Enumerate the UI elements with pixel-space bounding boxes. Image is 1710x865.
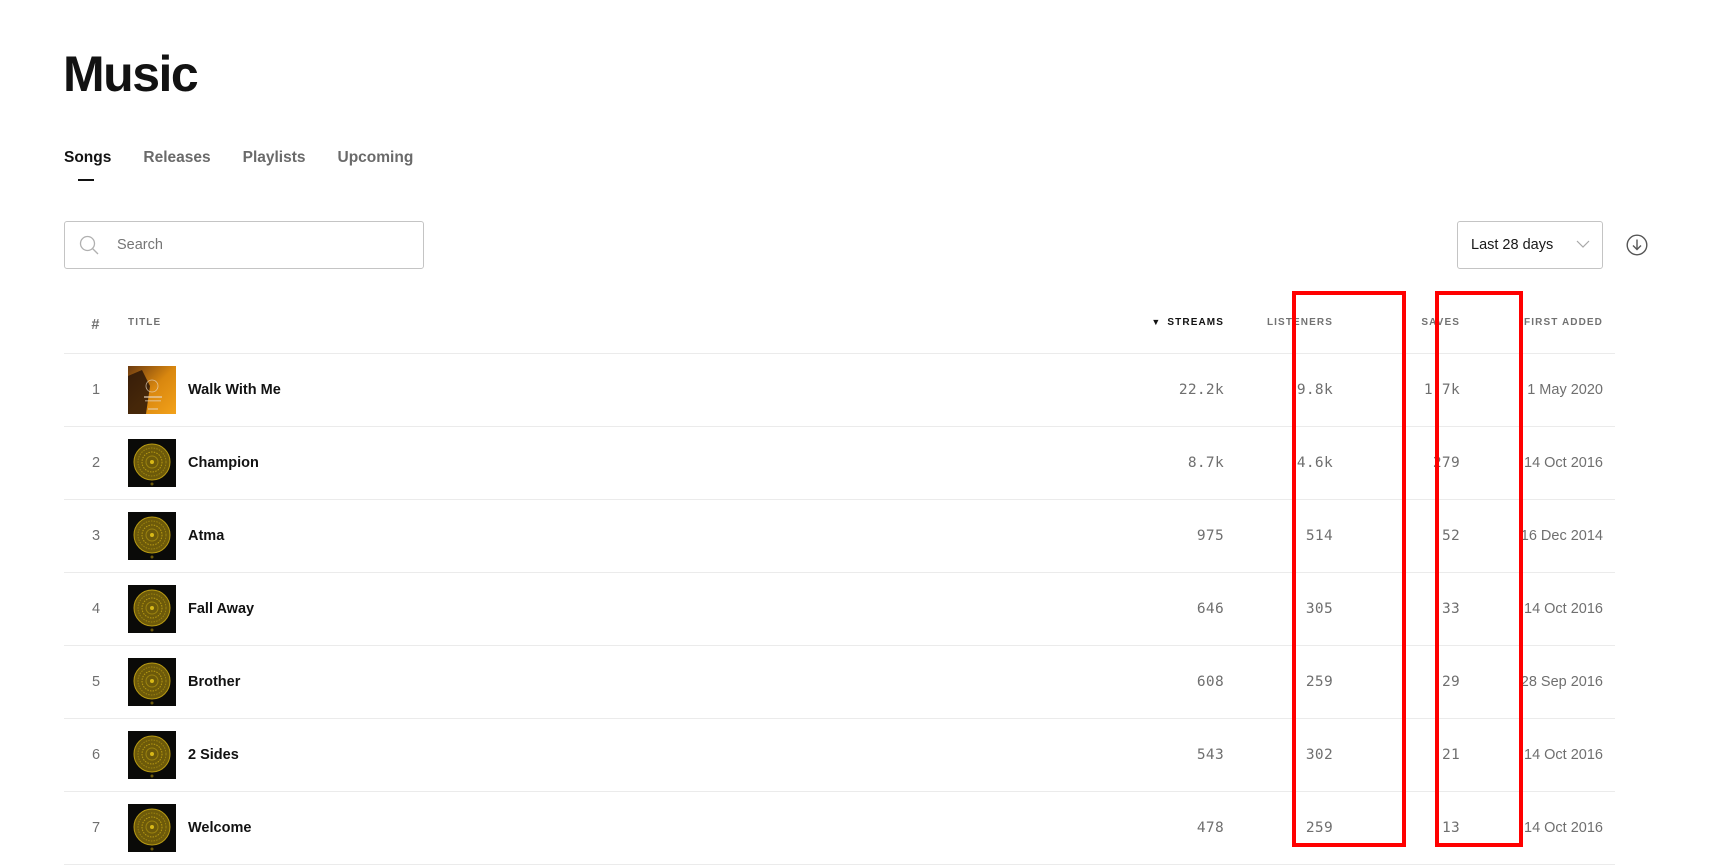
album-art <box>128 658 176 706</box>
row-number: 5 <box>64 645 128 719</box>
tab-playlists[interactable]: Playlists <box>243 148 306 168</box>
album-art <box>128 512 176 560</box>
song-title-link[interactable]: Brother <box>188 674 240 690</box>
row-number: 3 <box>64 499 128 573</box>
date-range-value: Last 28 days <box>1471 237 1554 253</box>
listeners-value: 302 <box>1224 718 1345 792</box>
title-cell: Brother <box>128 645 1104 719</box>
table-row[interactable]: 6 2 Sides 543 302 21 14 Oct 2016 <box>64 718 1615 792</box>
table-row[interactable]: 2 Champion 8.7k 4.6k 279 14 Oct 2016 <box>64 426 1615 500</box>
tab-upcoming[interactable]: Upcoming <box>338 148 414 168</box>
first-added-value: 14 Oct 2016 <box>1472 791 1615 865</box>
listeners-value: 4.6k <box>1224 426 1345 500</box>
saves-value: 13 <box>1345 791 1472 865</box>
songs-table: # TITLE ▼ STREAMS LISTENERS SAVES FIRST A… <box>64 305 1615 865</box>
song-title-link[interactable]: Atma <box>188 528 224 544</box>
col-header-streams[interactable]: ▼ STREAMS <box>1104 305 1224 354</box>
song-title-link[interactable]: Fall Away <box>188 601 254 617</box>
first-added-value: 28 Sep 2016 <box>1472 645 1615 719</box>
album-art <box>128 804 176 852</box>
first-added-value: 14 Oct 2016 <box>1472 572 1615 646</box>
first-added-value: 14 Oct 2016 <box>1472 718 1615 792</box>
listeners-value: 259 <box>1224 791 1345 865</box>
streams-value: 608 <box>1104 645 1224 719</box>
album-art <box>128 439 176 487</box>
row-number: 2 <box>64 426 128 500</box>
streams-value: 543 <box>1104 718 1224 792</box>
saves-value: 21 <box>1345 718 1472 792</box>
sort-desc-icon: ▼ <box>1151 317 1162 327</box>
song-title-link[interactable]: 2 Sides <box>188 747 239 763</box>
title-cell: Walk With Me <box>128 353 1104 427</box>
col-header-listeners-label: LISTENERS <box>1266 317 1333 328</box>
table-row[interactable]: 4 Fall Away 646 305 33 14 Oct 2016 <box>64 572 1615 646</box>
table-row[interactable]: 3 Atma 975 514 52 16 Dec 2014 <box>64 499 1615 573</box>
title-cell: Fall Away <box>128 572 1104 646</box>
song-title-link[interactable]: Welcome <box>188 820 251 836</box>
table-row[interactable]: 5 Brother 608 259 29 28 Sep 2016 <box>64 645 1615 719</box>
col-header-saves-label: SAVES <box>1421 317 1460 328</box>
album-art <box>128 731 176 779</box>
title-cell: Champion <box>128 426 1104 500</box>
listeners-value: 514 <box>1224 499 1345 573</box>
saves-value: 33 <box>1345 572 1472 646</box>
listeners-value: 305 <box>1224 572 1345 646</box>
album-art <box>128 366 176 414</box>
first-added-value: 1 May 2020 <box>1472 353 1615 427</box>
streams-value: 478 <box>1104 791 1224 865</box>
streams-value: 646 <box>1104 572 1224 646</box>
listeners-value: 259 <box>1224 645 1345 719</box>
download-icon[interactable] <box>1626 234 1648 256</box>
title-cell: Welcome <box>128 791 1104 865</box>
col-header-num: # <box>64 305 128 354</box>
col-header-streams-label: STREAMS <box>1167 317 1224 328</box>
col-header-title-label: TITLE <box>128 317 162 328</box>
first-added-value: 16 Dec 2014 <box>1472 499 1615 573</box>
saves-value: 279 <box>1345 426 1472 500</box>
row-number: 6 <box>64 718 128 792</box>
table-row[interactable]: 7 Welcome 478 259 13 14 Oct 2016 <box>64 791 1615 865</box>
first-added-value: 14 Oct 2016 <box>1472 426 1615 500</box>
streams-value: 22.2k <box>1104 353 1224 427</box>
song-title-link[interactable]: Champion <box>188 455 259 471</box>
streams-value: 8.7k <box>1104 426 1224 500</box>
date-range-select[interactable]: Last 28 days <box>1457 221 1603 269</box>
listeners-value: 9.8k <box>1224 353 1345 427</box>
row-number: 7 <box>64 791 128 865</box>
title-cell: Atma <box>128 499 1104 573</box>
col-header-title[interactable]: TITLE <box>128 305 1104 354</box>
tab-releases[interactable]: Releases <box>143 148 210 168</box>
search-input[interactable] <box>115 236 399 254</box>
search-icon <box>79 235 99 255</box>
row-number: 4 <box>64 572 128 646</box>
album-art <box>128 585 176 633</box>
row-number: 1 <box>64 353 128 427</box>
col-header-first-added[interactable]: FIRST ADDED <box>1472 305 1615 354</box>
table-row[interactable]: 1 Walk With Me 22.2k 9.8k 1.7k 1 May 2020 <box>64 353 1615 427</box>
streams-value: 975 <box>1104 499 1224 573</box>
saves-value: 29 <box>1345 645 1472 719</box>
col-header-saves[interactable]: SAVES <box>1345 305 1472 354</box>
page-title: Music <box>63 46 199 102</box>
saves-value: 1.7k <box>1345 353 1472 427</box>
tab-bar: Songs Releases Playlists Upcoming <box>64 148 445 181</box>
col-header-listeners[interactable]: LISTENERS <box>1224 305 1345 354</box>
saves-value: 52 <box>1345 499 1472 573</box>
col-header-first-added-label: FIRST ADDED <box>1524 317 1603 328</box>
table-header-row: # TITLE ▼ STREAMS LISTENERS SAVES FIRST A… <box>64 305 1615 354</box>
song-title-link[interactable]: Walk With Me <box>188 382 281 398</box>
title-cell: 2 Sides <box>128 718 1104 792</box>
search-box[interactable] <box>64 221 424 269</box>
tab-songs[interactable]: Songs <box>64 148 111 181</box>
chevron-down-icon <box>1576 240 1590 248</box>
